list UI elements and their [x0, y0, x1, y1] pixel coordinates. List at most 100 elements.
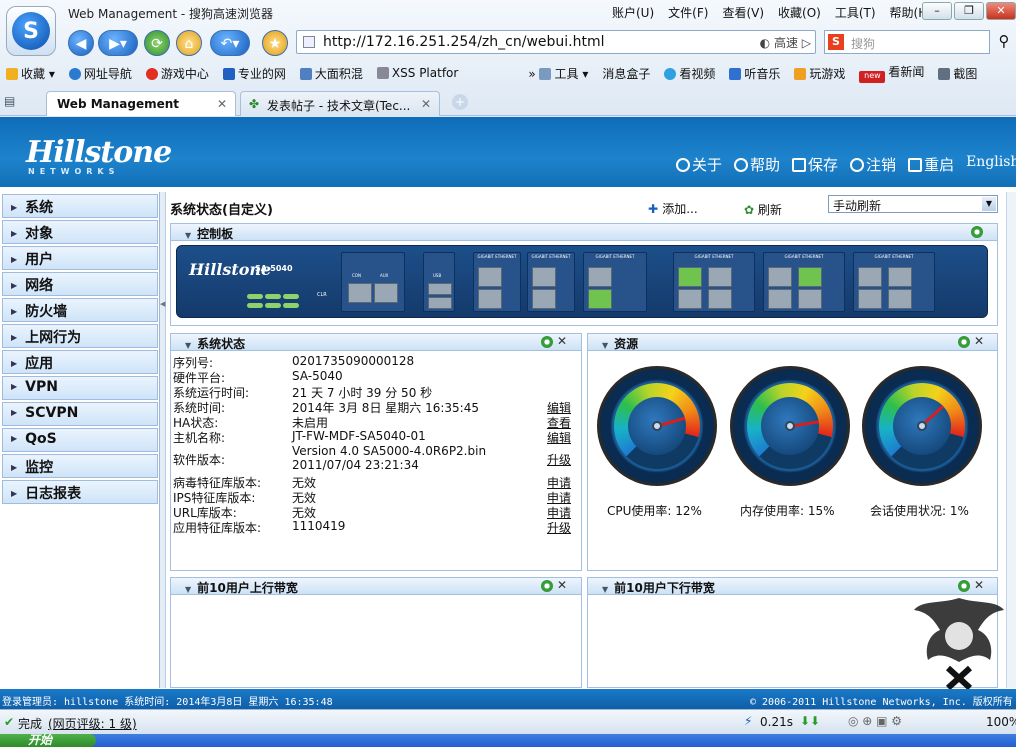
sidebar-item-4[interactable]: ▶ 防火墙 [2, 298, 158, 322]
led-alm [265, 294, 281, 299]
bookmark-favorites[interactable]: 收藏 ▾ [6, 65, 55, 82]
sidebar-item-7[interactable]: ▶ VPN [2, 376, 158, 400]
zoom-level[interactable]: 100% [986, 715, 1016, 729]
url-text[interactable]: http://172.16.251.254/zh_cn/webui.html [323, 34, 605, 50]
plus-icon: ✚ [648, 202, 663, 216]
refresh-mode-select[interactable]: 手动刷新 ▼ [828, 195, 998, 213]
close-window-button[interactable]: ✕ [986, 2, 1016, 20]
search-icon[interactable]: ⚲ [994, 30, 1014, 54]
refresh-button[interactable]: ✿ 刷新 [744, 201, 782, 218]
status-done: 完成 [18, 717, 43, 731]
collapse-icon[interactable]: ▼ [602, 585, 608, 594]
bookmark-screenshot[interactable]: 截图 [938, 65, 977, 82]
sidebar-item-3[interactable]: ▶ 网络 [2, 272, 158, 296]
logout-link[interactable]: 注销 [850, 154, 896, 175]
download-arrow-icon[interactable]: ⬇⬇ [800, 714, 820, 728]
address-bar[interactable]: http://172.16.251.254/zh_cn/webui.html ◐… [296, 30, 816, 54]
status-tools-icon[interactable]: ◎ ⊕ ▣ ⚙ [848, 714, 902, 728]
bookmark-play[interactable]: 玩游戏 [794, 65, 845, 82]
bookmark-music[interactable]: 听音乐 [729, 65, 780, 82]
help-link[interactable]: 帮助 [734, 154, 780, 175]
gauge-hub [917, 421, 927, 431]
device-model: SA-5040 [255, 264, 293, 273]
bookmark-msgbox[interactable]: 消息盒子 [602, 65, 650, 82]
menu-favorites[interactable]: 收藏(O) [778, 4, 821, 21]
sidebar-item-2[interactable]: ▶ 用户 [2, 246, 158, 270]
close-tab-icon[interactable]: ✕ [421, 97, 431, 111]
gauge-scale [879, 383, 965, 469]
minimize-button[interactable]: – [922, 2, 952, 20]
add-widget-button[interactable]: ✚ 添加... [648, 200, 698, 217]
upload-panel-header: ▼ 前10用户上行带宽 ✕ [170, 577, 582, 595]
reboot-link[interactable]: 重启 [908, 154, 954, 175]
collapse-icon[interactable]: ▼ [185, 231, 191, 240]
bookmark-news[interactable]: new 看新闻 [859, 63, 924, 83]
sidebar-item-label: 防火墙 [25, 304, 68, 320]
menu-tools[interactable]: 工具(T) [835, 4, 876, 21]
menu-view[interactable]: 查看(V) [722, 4, 764, 21]
sidebar-splitter[interactable]: ◀ [160, 192, 166, 688]
save-link[interactable]: 保存 [792, 154, 838, 175]
sidebar-toggle-icon[interactable]: ▤ [4, 94, 15, 108]
about-link[interactable]: 关于 [676, 154, 722, 175]
bookmark-xss[interactable]: XSS Platfor [376, 66, 458, 80]
panel-close-icon[interactable]: ✕ [974, 334, 984, 348]
status-action-link[interactable]: 编辑 [547, 429, 571, 446]
sidebar-item-8[interactable]: ▶ SCVPN [2, 402, 158, 426]
sidebar-item-10[interactable]: ▶ 监控 [2, 454, 158, 478]
menu-file[interactable]: 文件(F) [668, 4, 708, 21]
browser-status-bar: ✔ 完成 (网页评级: 1 级) ⚡ 0.21s ⬇⬇ ◎ ⊕ ▣ ⚙ 100% [0, 709, 1016, 734]
gauge-dial [893, 397, 951, 455]
home-icon[interactable]: ⌂ [176, 30, 202, 56]
chevron-right-icon: ▶ [11, 382, 18, 391]
speed-mode[interactable]: ◐ 高速 ▷ [760, 34, 811, 51]
eth-group-6: GIGABIT ETHERNET [853, 252, 935, 312]
gauge-label: 会话使用状况: 1% [870, 504, 969, 518]
search-box[interactable]: S 搜狗 [824, 30, 990, 54]
panel-close-icon[interactable]: ✕ [557, 578, 567, 592]
bookmark-video[interactable]: 看视频 [664, 65, 715, 82]
panel-settings-icon[interactable] [541, 336, 553, 348]
usb-label: USB [433, 273, 442, 278]
collapse-icon[interactable]: ▼ [185, 585, 191, 594]
favorite-star-icon[interactable]: ★ [262, 30, 288, 56]
refresh-icon[interactable]: ⟳ [144, 30, 170, 56]
bookmark-nav[interactable]: 网址导航 [68, 65, 132, 82]
led-ha [265, 303, 281, 308]
back-icon[interactable]: ◀ [68, 30, 94, 56]
panel-settings-icon[interactable] [541, 580, 553, 592]
sidebar-item-0[interactable]: ▶ 系统 [2, 194, 158, 218]
status-action-link[interactable]: 升级 [547, 451, 571, 468]
maximize-button[interactable]: ❐ [954, 2, 984, 20]
bookmark-large[interactable]: 大面积混 [299, 65, 363, 82]
page-rating-link[interactable]: (网页评级: 1 级) [48, 715, 137, 732]
bookmark-tools[interactable]: » 工具 ▾ [528, 65, 588, 82]
menu-account[interactable]: 账户(U) [612, 4, 654, 21]
undo-close-icon[interactable]: ↶▾ [210, 30, 250, 56]
close-tab-icon[interactable]: ✕ [217, 97, 227, 111]
start-button[interactable]: 开始 [0, 734, 96, 747]
collapse-icon[interactable]: ▼ [602, 341, 608, 350]
bookmark-pro[interactable]: 专业的网 [222, 65, 286, 82]
sfp-port [798, 289, 822, 309]
sidebar-item-6[interactable]: ▶ 应用 [2, 350, 158, 374]
tab-web-management[interactable]: Web Management ✕ [46, 91, 236, 116]
collapse-icon[interactable]: ▼ [185, 341, 191, 350]
panel-settings-icon[interactable] [958, 336, 970, 348]
sidebar-item-9[interactable]: ▶ QoS [2, 428, 158, 452]
panel-settings-icon[interactable] [971, 226, 983, 238]
about-label: 关于 [692, 156, 723, 174]
panel-close-icon[interactable]: ✕ [557, 334, 567, 348]
new-tab-icon[interactable]: + [452, 94, 468, 110]
sidebar-item-5[interactable]: ▶ 上网行为 [2, 324, 158, 348]
reboot-label: 重启 [924, 156, 955, 174]
status-action-link[interactable]: 升级 [547, 519, 571, 536]
english-link[interactable]: English [966, 154, 1016, 175]
browser-logo-icon[interactable]: S [6, 6, 56, 56]
bookmark-games[interactable]: 游戏中心 [145, 65, 209, 82]
eth-port [478, 267, 502, 287]
forward-icon[interactable]: ▶▾ [98, 30, 138, 56]
tab-forum-post[interactable]: ✤ 发表帖子 - 技术文章(Tec... ✕ [240, 91, 440, 116]
sidebar-item-1[interactable]: ▶ 对象 [2, 220, 158, 244]
sidebar-item-11[interactable]: ▶ 日志报表 [2, 480, 158, 504]
